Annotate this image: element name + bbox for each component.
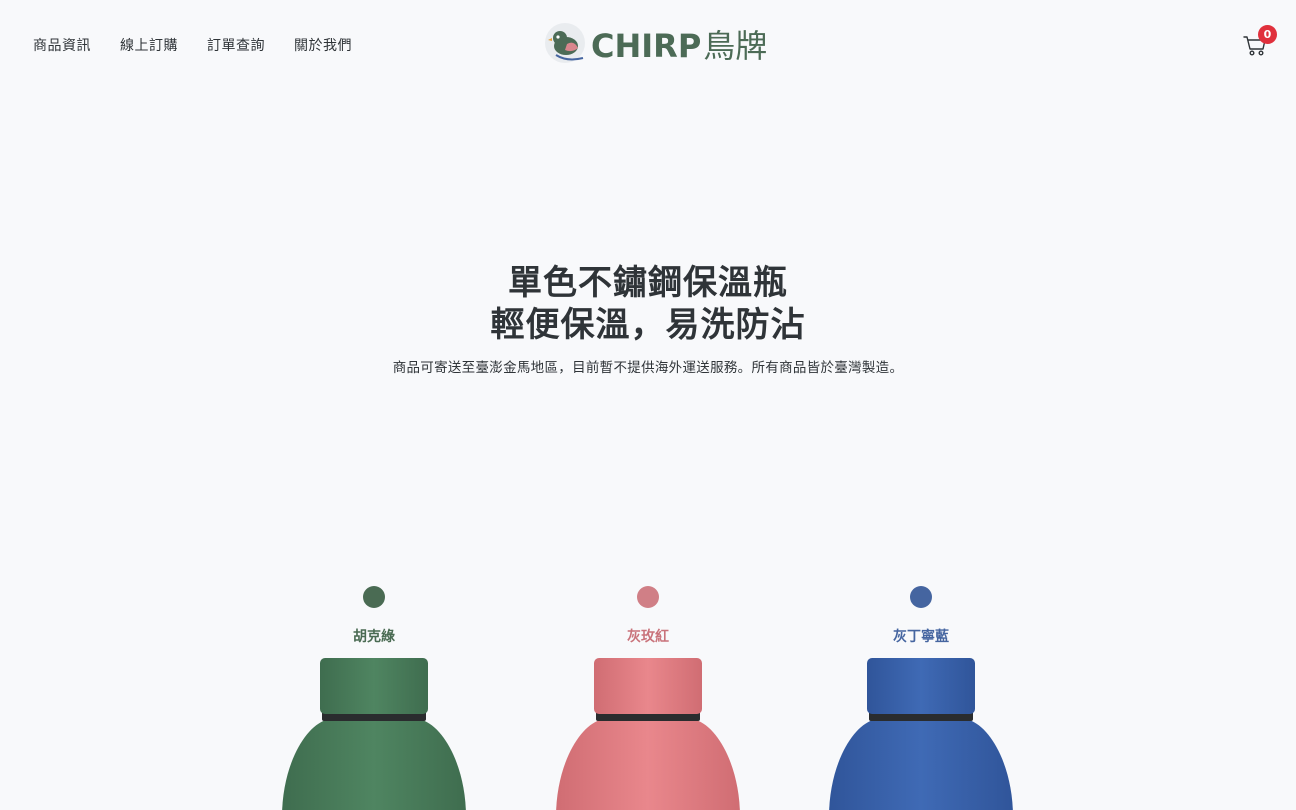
brand-name-cjk: 鳥牌 — [703, 27, 768, 65]
nav-item-order-lookup[interactable]: 訂單查詢 — [207, 35, 265, 55]
hero-title: 單色不鏽鋼保溫瓶 輕便保溫，易洗防沾 — [0, 262, 1296, 346]
main-nav: 商品資訊 線上訂購 訂單查詢 關於我們 — [33, 35, 352, 55]
color-swatch[interactable] — [363, 586, 385, 608]
brand-name-latin: CHIRP — [591, 27, 702, 65]
nav-item-about-us[interactable]: 關於我們 — [294, 35, 352, 55]
color-swatch[interactable] — [637, 586, 659, 608]
product-card-denim-blue[interactable]: 灰丁寧藍 — [821, 585, 1021, 810]
product-list: 胡克綠 灰玫紅 灰丁寧藍 — [0, 585, 1296, 810]
bottle-image — [556, 658, 740, 810]
product-card-hunter-green[interactable]: 胡克綠 — [274, 585, 474, 810]
brand-logo[interactable]: CHIRP鳥牌 — [543, 22, 767, 66]
hero-section: 單色不鏽鋼保溫瓶 輕便保溫，易洗防沾 商品可寄送至臺澎金馬地區，目前暫不提供海外… — [0, 262, 1296, 376]
brand-name: CHIRP鳥牌 — [591, 21, 767, 67]
color-swatch[interactable] — [910, 586, 932, 608]
cart-count-badge: 0 — [1258, 25, 1277, 44]
hero-subtitle: 商品可寄送至臺澎金馬地區，目前暫不提供海外運送服務。所有商品皆於臺灣製造。 — [392, 360, 904, 376]
product-card-dusty-rose[interactable]: 灰玫紅 — [548, 585, 748, 810]
hero-title-line-1: 單色不鏽鋼保溫瓶 — [508, 263, 788, 303]
nav-item-product-info[interactable]: 商品資訊 — [33, 35, 91, 55]
bottle-image — [282, 658, 466, 810]
hero-title-line-2: 輕便保溫，易洗防沾 — [490, 305, 806, 345]
product-name: 灰丁寧藍 — [893, 629, 949, 645]
nav-item-online-order[interactable]: 線上訂購 — [120, 35, 178, 55]
product-name: 胡克綠 — [353, 629, 395, 645]
bottle-image — [829, 658, 1013, 810]
product-name: 灰玫紅 — [627, 629, 669, 645]
bird-icon — [545, 23, 585, 63]
